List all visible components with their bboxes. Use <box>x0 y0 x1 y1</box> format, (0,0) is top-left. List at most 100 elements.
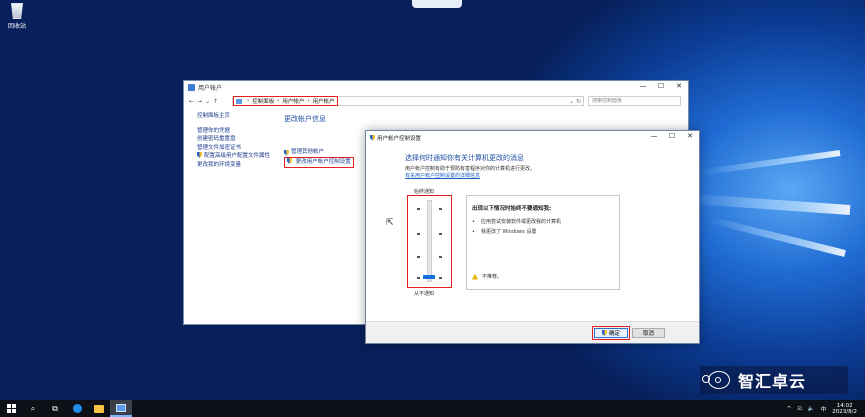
recycle-bin-icon <box>11 3 23 19</box>
back-arrow-icon[interactable]: ← <box>189 98 194 105</box>
uac-dialog-title: 用户帐户控制设置 <box>377 135 422 142</box>
sidebar-item-advanced-profile[interactable]: 配置高级用户配置文件属性 <box>197 152 270 161</box>
edge-icon <box>72 404 82 413</box>
search-control-panel-input[interactable]: 搜索控制面板 <box>588 96 681 106</box>
slider-tick <box>417 256 420 258</box>
minimize-button[interactable]: — <box>645 131 663 142</box>
network-icon[interactable]: ⊡ <box>797 406 802 412</box>
cp-window-title: 用户帐户 <box>198 85 223 92</box>
slider-tick <box>417 208 420 210</box>
manage-other-accounts-link[interactable]: 管理其他帐户 <box>284 148 354 157</box>
clock[interactable]: 14:02 2023/8/2 <box>832 403 857 415</box>
task-view-button[interactable]: ⧉ <box>44 400 66 417</box>
top-edge-panel <box>412 0 462 8</box>
uac-settings-dialog: 用户帐户控制设置 — ☐ ✕ 选择何时通知你有关计算机更改的消息 用户帐户控制有… <box>365 130 700 344</box>
watermark-text: 智汇卓云 <box>738 372 807 391</box>
up-arrow-icon[interactable]: ↑ <box>213 98 218 105</box>
address-bar[interactable]: › 控制面板 › 用户帐户 › 用户帐户 ⌄ ↻ <box>232 96 584 106</box>
recycle-bin-label: 回收站 <box>7 23 26 30</box>
sidebar-item-password-reset-disk[interactable]: 创建密码重置盘 <box>197 135 270 144</box>
uac-window-controls: — ☐ ✕ <box>645 131 699 142</box>
folder-icon <box>94 404 104 413</box>
cp-window-controls: — ☐ ✕ <box>634 81 688 92</box>
minimize-button[interactable]: — <box>634 81 652 92</box>
breadcrumb-control-panel[interactable]: 控制面板 <box>252 97 274 105</box>
wallpaper-light-beam <box>708 216 846 257</box>
recycle-bin-shortcut[interactable]: 回收站 <box>4 3 30 30</box>
tray-chevron-icon[interactable]: ^ <box>787 406 792 412</box>
uac-shield-icon <box>601 330 607 336</box>
control-panel-icon <box>236 98 242 104</box>
uac-shield-icon <box>370 134 375 141</box>
level-description-title: 出现以下情况时始终不要通知我: <box>472 206 552 212</box>
close-button[interactable]: ✕ <box>670 81 688 92</box>
address-bar-row: ← → ⌄ ↑ › 控制面板 › 用户帐户 › 用户帐户 ⌄ ↻ 搜索控制面板 <box>184 95 688 107</box>
link-highlight: 更改用户帐户控制设置 <box>284 157 354 168</box>
ok-button[interactable]: 确定 <box>594 328 628 338</box>
maximize-button[interactable]: ☐ <box>663 131 681 142</box>
close-button[interactable]: ✕ <box>681 131 699 142</box>
slider-tick <box>439 277 442 279</box>
uac-heading: 选择何时通知你有关计算机更改的消息 <box>405 154 524 162</box>
link-label: 更改用户帐户控制设置 <box>295 159 351 165</box>
notification-slider-thumb[interactable] <box>423 275 435 279</box>
uac-description: 用户帐户控制有助于预防有害程序对你的计算机进行更改。 <box>405 166 536 172</box>
uac-info-link[interactable]: 有关用户帐户控制设置的详细信息 <box>405 172 480 179</box>
start-button[interactable] <box>0 400 22 417</box>
level-note: 不推荐。 <box>472 273 502 280</box>
uac-shield-icon <box>287 158 292 164</box>
search-icon: ⌕ <box>30 403 36 413</box>
level-bullet: 应用尝试安装软件或更改我的计算机 <box>472 218 561 225</box>
watermark: 智汇卓云 <box>700 366 848 394</box>
uac-shield-icon <box>284 149 289 156</box>
page-title: 更改帐户信息 <box>284 115 326 123</box>
level-bullet: 我更改了 Windows 设置 <box>472 228 537 235</box>
breadcrumb-separator: › <box>277 98 280 104</box>
system-tray: ^ ⊡ 🔈 中 14:02 2023/8/2 <box>787 400 857 417</box>
uac-shield-icon <box>197 152 202 158</box>
breadcrumb-separator: › <box>307 98 310 104</box>
ime-indicator[interactable]: 中 <box>821 405 827 413</box>
explorer-taskbar-button[interactable] <box>88 400 110 417</box>
maximize-button[interactable]: ☐ <box>652 81 670 92</box>
edge-taskbar-button[interactable] <box>66 400 88 417</box>
breadcrumb-user-accounts-current[interactable]: 用户帐户 <box>313 97 335 105</box>
slider-tick <box>417 277 420 279</box>
level-description-box: 出现以下情况时始终不要通知我: 应用尝试安装软件或更改我的计算机 我更改了 Wi… <box>466 195 620 290</box>
notification-slider-track[interactable] <box>427 200 432 282</box>
volume-icon[interactable]: 🔈 <box>808 406 815 412</box>
task-view-icon: ⧉ <box>52 403 58 413</box>
mouse-cursor-icon: ⇱ <box>386 218 394 228</box>
sidebar-item-manage-credentials[interactable]: 管理你的凭据 <box>197 127 270 136</box>
slider-tick <box>417 233 420 235</box>
change-uac-settings-link[interactable]: 更改用户帐户控制设置 <box>284 157 354 168</box>
cp-title-bar[interactable]: 用户帐户 <box>184 81 688 94</box>
search-button[interactable]: ⌕ <box>22 400 44 417</box>
user-accounts-icon <box>188 84 195 91</box>
cp-main-content: 更改帐户信息 管理其他帐户 更改用户帐户控制设置 <box>284 114 354 168</box>
control-panel-taskbar-button[interactable] <box>110 400 132 417</box>
slider-bottom-label: 从不通知 <box>414 291 435 297</box>
ok-button-label: 确定 <box>608 331 620 337</box>
sidebar-item-env-vars[interactable]: 更改我的环境变量 <box>197 161 270 170</box>
slider-tick <box>439 233 442 235</box>
forward-arrow-icon[interactable]: → <box>197 98 202 105</box>
notification-slider-highlight <box>407 195 452 288</box>
level-note-text: 不推荐。 <box>482 274 503 280</box>
warning-icon <box>472 273 478 280</box>
sidebar-home-link[interactable]: 控制面板主页 <box>197 112 270 121</box>
recent-chevron-icon[interactable]: ⌄ <box>205 98 210 105</box>
breadcrumb-separator: › <box>247 98 250 104</box>
taskbar: ⌕ ⧉ ^ ⊡ 🔈 中 14:02 2023/8/2 <box>0 400 865 417</box>
slider-tick <box>439 256 442 258</box>
cancel-button[interactable]: 取消 <box>632 328 665 338</box>
sidebar-item-file-encryption[interactable]: 管理文件加密证书 <box>197 144 270 153</box>
refresh-icon[interactable]: ⌄ ↻ <box>569 98 581 105</box>
ok-button-highlight: 确定 <box>592 326 630 340</box>
wallpaper-light-beam <box>700 150 841 176</box>
wallpaper-light-beam <box>690 193 851 215</box>
slider-tick <box>439 208 442 210</box>
clock-date: 2023/8/2 <box>832 408 857 415</box>
link-label: 管理其他帐户 <box>291 149 325 155</box>
breadcrumb-user-accounts[interactable]: 用户帐户 <box>282 97 304 105</box>
